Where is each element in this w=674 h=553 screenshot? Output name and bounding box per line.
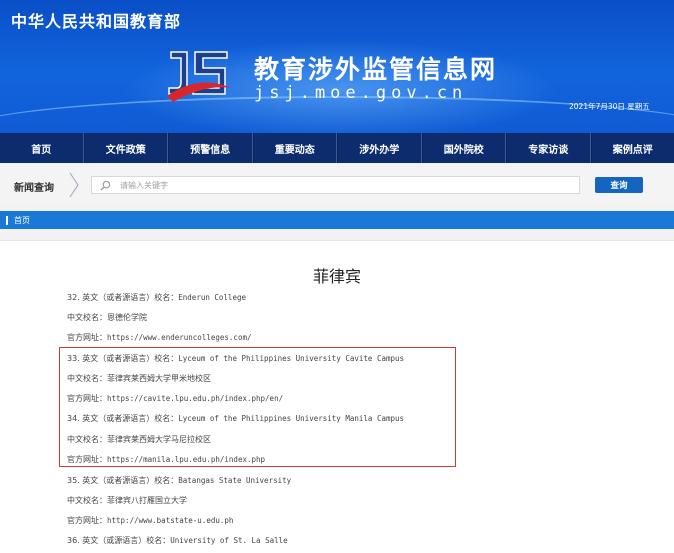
line-value[interactable]: https://www.enderuncolleges.com/ (107, 333, 252, 342)
nav-item-warning[interactable]: 预警信息 (168, 133, 253, 163)
line-label: 官方网址： (67, 516, 107, 525)
line-value: Lyceum of the Philippines University Cav… (178, 354, 405, 363)
article-content: 菲律宾 32. 英文（或者源语言）校名：Enderun College 中文校名… (0, 240, 674, 553)
line-label: 中文校名： (67, 374, 107, 383)
main-nav: 首页 文件政策 预警信息 重要动态 涉外办学 国外院校 专家访谈 案例点评 (0, 133, 674, 163)
line-label: 36. 英文（或源语言）校名： (67, 536, 171, 545)
nav-item-interviews[interactable]: 专家访谈 (506, 133, 591, 163)
ministry-name: 中华人民共和国教育部 (11, 12, 182, 31)
nav-item-policy[interactable]: 文件政策 (83, 133, 168, 163)
article-line: 官方网址：https://cavite.lpu.edu.ph/index.php… (67, 393, 283, 404)
site-banner: 中华人民共和国教育部 教育涉外监管信息网 jsj.moe.gov.cn 2021… (0, 0, 674, 133)
line-value[interactable]: http://www.batstate-u.edu.ph (107, 516, 233, 525)
line-value: 菲律宾八打雁国立大学 (107, 496, 187, 505)
search-box (91, 176, 580, 194)
line-label: 官方网址： (67, 333, 107, 342)
article-line: 32. 英文（或者源语言）校名：Enderun College (67, 292, 246, 303)
line-value: University of St. La Salle (170, 536, 288, 545)
line-label: 中文校名： (67, 496, 107, 505)
search-input[interactable] (120, 178, 560, 192)
nav-item-home[interactable]: 首页 (0, 133, 84, 163)
line-label: 官方网址： (67, 394, 107, 403)
line-value: Batangas State University (178, 476, 292, 485)
line-label: 33. 英文（或者源语言）校名： (67, 354, 179, 363)
article-line: 34. 英文（或者源语言）校名：Lyceum of the Philippine… (67, 413, 404, 424)
article-line: 33. 英文（或者源语言）校名：Lyceum of the Philippine… (67, 353, 404, 364)
article-line: 中文校名：菲律宾八打雁国立大学 (67, 495, 187, 506)
line-value[interactable]: https://cavite.lpu.edu.ph/index.php/en/ (107, 394, 283, 403)
nav-item-foreign-schooling[interactable]: 涉外办学 (337, 133, 422, 163)
current-date: 2021年7月30日 星期五 (569, 102, 650, 111)
chevron-right-icon (69, 172, 79, 198)
line-label: 35. 英文（或者源语言）校名： (67, 476, 179, 485)
search-title: 新闻查询 (14, 183, 54, 194)
line-value: Lyceum of the Philippines University Man… (178, 414, 405, 423)
breadcrumb: 首页 (0, 211, 674, 229)
line-value: 菲律宾莱西姆大学马尼拉校区 (107, 435, 211, 444)
article-line: 官方网址：https://www.enderuncolleges.com/ (67, 332, 252, 343)
line-label: 32. 英文（或者源语言）校名： (67, 293, 179, 302)
line-label: 中文校名： (67, 313, 107, 322)
site-logo-icon (167, 51, 231, 102)
line-value: 菲律宾莱西姆大学甲米地校区 (107, 374, 211, 383)
breadcrumb-home[interactable]: 首页 (14, 215, 30, 226)
line-label: 34. 英文（或者源语言）校名： (67, 414, 179, 423)
article-line: 35. 英文（或者源语言）校名：Batangas State Universit… (67, 475, 291, 486)
line-value[interactable]: https://manila.lpu.edu.ph/index.php (107, 455, 265, 464)
highlight-box (59, 347, 456, 467)
site-title: 教育涉外监管信息网 (254, 55, 498, 84)
nav-item-foreign-schools[interactable]: 国外院校 (421, 133, 506, 163)
article-line: 36. 英文（或源语言）校名：University of St. La Sall… (67, 535, 288, 546)
nav-item-news[interactable]: 重要动态 (252, 133, 337, 163)
article-line: 官方网址：http://www.batstate-u.edu.ph (67, 515, 233, 526)
news-search-bar: 新闻查询 查询 (0, 165, 674, 205)
article-line: 官方网址：https://manila.lpu.edu.ph/index.php (67, 454, 265, 465)
search-button[interactable]: 查询 (595, 177, 643, 193)
line-label: 官方网址： (67, 455, 107, 464)
search-icon (100, 180, 111, 191)
site-url[interactable]: jsj.moe.gov.cn (254, 83, 467, 103)
article-line: 中文校名：恩德伦学院 (67, 312, 147, 323)
nav-item-cases[interactable]: 案例点评 (590, 133, 674, 163)
line-label: 中文校名： (67, 435, 107, 444)
article-line: 中文校名：菲律宾莱西姆大学马尼拉校区 (67, 434, 211, 445)
article-line: 中文校名：菲律宾莱西姆大学甲米地校区 (67, 373, 211, 384)
line-value: Enderun College (178, 293, 246, 302)
breadcrumb-marker (6, 215, 8, 225)
page-title: 菲律宾 (312, 267, 361, 286)
line-value: 恩德伦学院 (107, 313, 147, 322)
